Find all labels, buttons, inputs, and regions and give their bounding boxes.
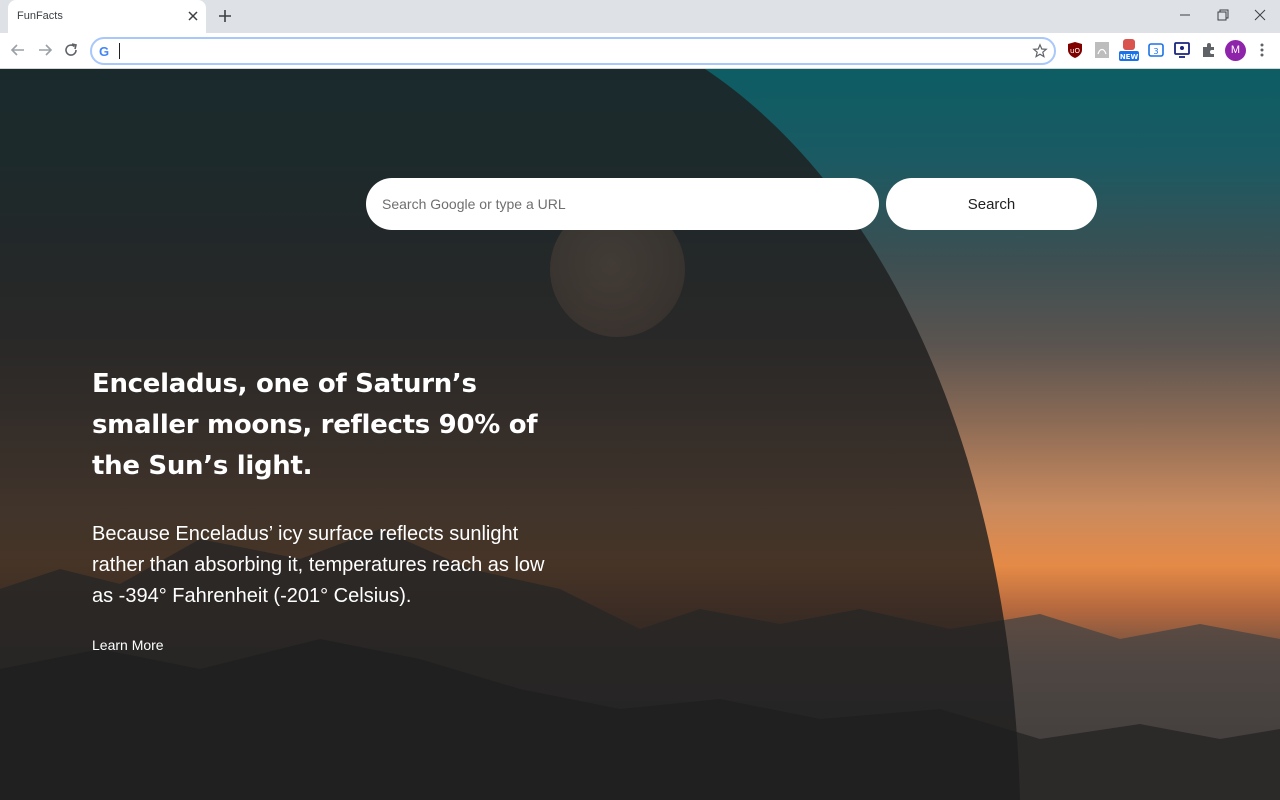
fact-body: Because Enceladus’ icy surface reflects … bbox=[92, 523, 545, 607]
svg-text:uO: uO bbox=[1070, 47, 1080, 55]
restore-icon[interactable] bbox=[1212, 6, 1232, 24]
profile-avatar[interactable]: M bbox=[1225, 40, 1246, 61]
more-menu-icon[interactable] bbox=[1253, 41, 1271, 59]
pdf-icon[interactable] bbox=[1093, 41, 1111, 59]
fact-title: Enceladus, one of Saturn’s smaller moons… bbox=[92, 369, 538, 481]
tab-title: FunFacts bbox=[17, 10, 63, 22]
minimize-icon[interactable] bbox=[1175, 6, 1195, 24]
learn-more-link[interactable]: Learn More bbox=[92, 637, 164, 653]
new-badge-icon[interactable]: NEW bbox=[1118, 39, 1140, 63]
search-input[interactable] bbox=[366, 178, 879, 230]
forward-arrow-icon[interactable] bbox=[36, 41, 54, 59]
text-caret bbox=[119, 43, 120, 59]
back-arrow-icon[interactable] bbox=[9, 41, 27, 59]
close-window-icon[interactable] bbox=[1250, 6, 1270, 24]
google-g-icon: G bbox=[99, 44, 110, 59]
puzzle-icon[interactable] bbox=[1200, 41, 1218, 59]
ublock-icon[interactable]: uO bbox=[1066, 41, 1084, 59]
new-tab-icon[interactable] bbox=[217, 8, 233, 24]
tab-strip: FunFacts bbox=[0, 0, 1280, 33]
new-tab-page: Search Enceladus, one of Saturn’s smalle… bbox=[0, 69, 1280, 800]
browser-toolbar: G uO NEW 3 M bbox=[0, 33, 1280, 69]
address-bar[interactable]: G bbox=[90, 37, 1056, 65]
new-badge-text: NEW bbox=[1120, 53, 1139, 61]
tab-funfacts[interactable]: FunFacts bbox=[8, 0, 206, 33]
close-tab-icon[interactable] bbox=[185, 8, 201, 24]
reload-icon[interactable] bbox=[62, 41, 80, 59]
translate-icon[interactable]: 3 bbox=[1147, 41, 1165, 59]
bookmark-star-icon[interactable] bbox=[1032, 43, 1048, 59]
screen-icon[interactable] bbox=[1173, 41, 1191, 59]
svg-text:3: 3 bbox=[1153, 47, 1158, 56]
search-button[interactable]: Search bbox=[886, 178, 1097, 230]
